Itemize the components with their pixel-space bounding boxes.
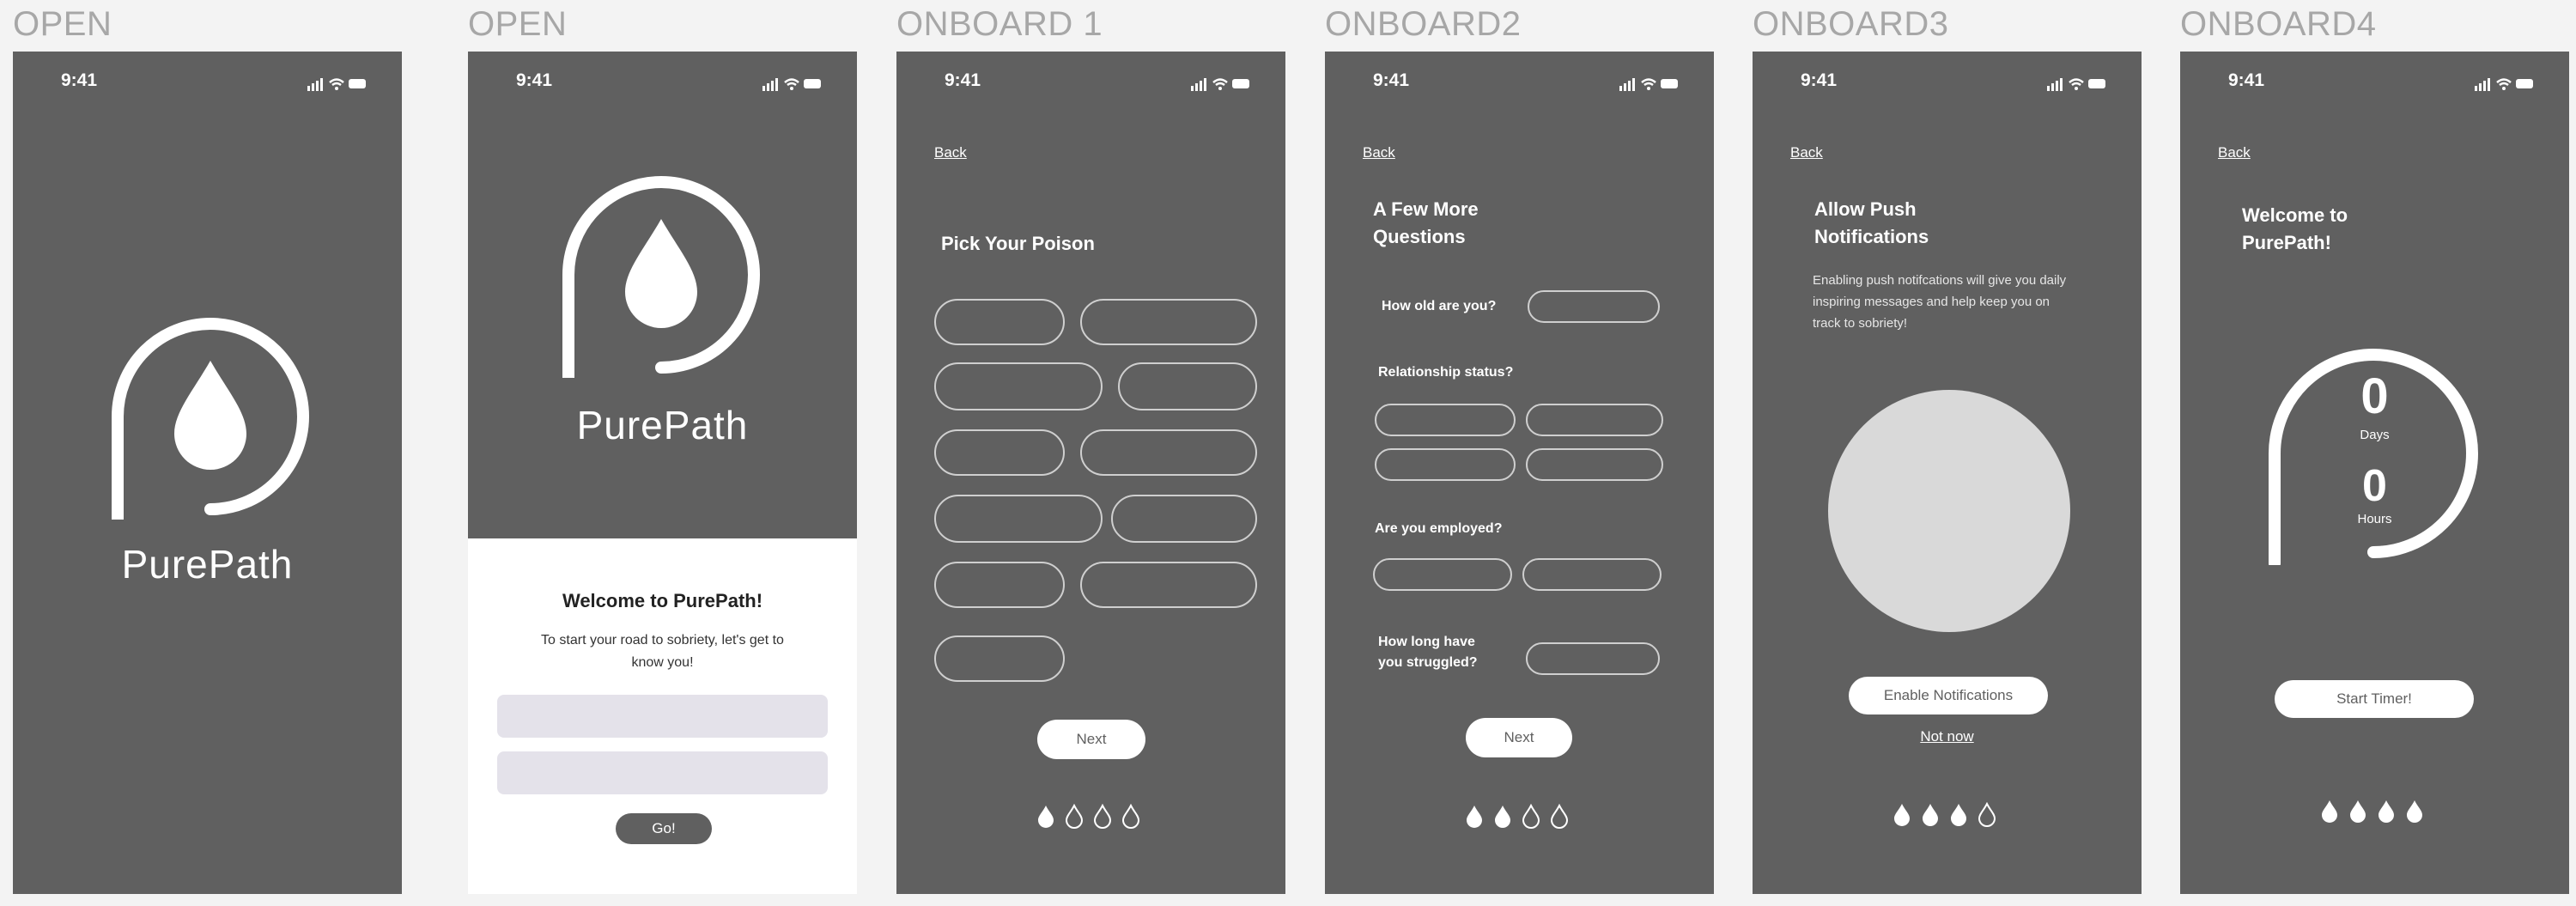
go-button[interactable]: Go! (616, 813, 712, 844)
status-bar: 9:41 (468, 70, 857, 96)
status-bar: 9:41 (1753, 70, 2142, 96)
question-age: How old are you? (1382, 299, 1497, 313)
phone-onboard-1: 9:41 Back Pick Your Poison Next (896, 52, 1285, 894)
relationship-option[interactable] (1375, 448, 1516, 481)
status-time: 9:41 (1801, 70, 1838, 90)
frame-title-onboard-4: ONBOARD4 (2180, 5, 2377, 43)
phone-onboard-2: 9:41 Back A Few More Questions How old a… (1325, 52, 1714, 894)
option-pill[interactable] (934, 635, 1065, 682)
status-time: 9:41 (516, 70, 553, 90)
days-value: 0 (2360, 368, 2389, 424)
progress-drops (2319, 799, 2431, 824)
heading-line-1: A Few More (1373, 198, 1479, 220)
heading-line-2: Questions (1373, 226, 1466, 247)
status-time: 9:41 (945, 70, 981, 90)
age-input[interactable] (1528, 290, 1660, 323)
progress-drops (1036, 804, 1147, 830)
brand-name: PurePath (121, 542, 294, 587)
option-pill[interactable] (1080, 429, 1257, 476)
next-button[interactable]: Next (1037, 720, 1145, 759)
start-timer-button[interactable]: Start Timer! (2275, 680, 2474, 718)
status-time: 9:41 (61, 70, 98, 90)
option-pill[interactable] (934, 299, 1065, 345)
progress-drops (1464, 804, 1576, 830)
relationship-option[interactable] (1526, 448, 1663, 481)
progress-drops (1892, 802, 2003, 828)
option-pill[interactable] (934, 362, 1103, 410)
onboard4-heading: Welcome to PurePath! (2242, 202, 2348, 257)
purepath-logo-icon (562, 176, 760, 378)
option-pill[interactable] (1080, 299, 1257, 345)
onboard1-heading: Pick Your Poison (941, 233, 1095, 254)
question-struggle: How long have you struggled? (1378, 632, 1478, 673)
struggle-input[interactable] (1526, 642, 1660, 675)
heading-line-1: Welcome to (2242, 204, 2348, 226)
phone-open-splash: 9:41 PurePath (13, 52, 402, 894)
phone-onboard-3: 9:41 Back Allow Push Notifications Enabl… (1753, 52, 2142, 894)
name-input[interactable] (497, 695, 828, 738)
back-link[interactable]: Back (2218, 144, 2251, 161)
next-button[interactable]: Next (1466, 718, 1572, 757)
status-icons (2475, 78, 2533, 91)
option-pill[interactable] (1111, 495, 1257, 543)
frame-title-onboard-2: ONBOARD2 (1325, 5, 1522, 43)
notifications-description: Enabling push notifcations will give you… (1813, 273, 2067, 331)
status-icons (1191, 78, 1249, 91)
employed-option[interactable] (1373, 558, 1512, 591)
illustration-placeholder (1828, 390, 2070, 632)
frame-title-open-1: OPEN (13, 5, 112, 43)
heading-line-2: Notifications (1814, 226, 1929, 247)
option-pill[interactable] (1118, 362, 1257, 410)
relationship-option[interactable] (1375, 404, 1516, 436)
struggle-line-2: you struggled? (1378, 655, 1478, 670)
onboard2-heading: A Few More Questions (1373, 196, 1479, 251)
onboard3-heading: Allow Push Notifications (1814, 196, 1929, 251)
option-pill[interactable] (934, 562, 1065, 608)
hours-value: 0 (2362, 461, 2387, 511)
welcome-body: To start your road to sobriety, let's ge… (541, 633, 784, 670)
frame-title-onboard-1: ONBOARD 1 (896, 5, 1103, 43)
status-bar: 9:41 (1325, 70, 1714, 96)
option-pill[interactable] (934, 429, 1065, 476)
status-icons (762, 78, 821, 91)
status-time: 9:41 (2228, 70, 2265, 90)
status-icons (307, 78, 366, 91)
welcome-title: Welcome to PurePath! (562, 590, 763, 611)
question-relationship: Relationship status? (1378, 365, 1514, 380)
heading-line-1: Allow Push (1814, 198, 1917, 220)
relationship-option[interactable] (1526, 404, 1663, 436)
status-time: 9:41 (1373, 70, 1410, 90)
status-icons (2047, 78, 2105, 91)
purepath-logo-icon (112, 318, 309, 520)
days-label: Days (2360, 428, 2390, 442)
hours-label: Hours (2357, 512, 2392, 526)
question-employed: Are you employed? (1375, 521, 1503, 536)
back-link[interactable]: Back (1363, 144, 1395, 161)
phone-open-welcome: 9:41 PurePath Welcome to PurePath! To st… (468, 52, 857, 894)
status-bar: 9:41 (2180, 70, 2569, 96)
back-link[interactable]: Back (934, 144, 967, 161)
status-bar: 9:41 (13, 70, 402, 96)
brand-name: PurePath (576, 403, 749, 447)
detail-input[interactable] (497, 751, 828, 794)
frame-title-onboard-3: ONBOARD3 (1753, 5, 1949, 43)
phone-onboard-4: 9:41 Back Welcome to PurePath! 0 Days 0 … (2180, 52, 2569, 894)
not-now-link[interactable]: Not now (1753, 728, 2142, 745)
back-link[interactable]: Back (1790, 144, 1823, 161)
option-pill[interactable] (934, 495, 1103, 543)
enable-notifications-button[interactable]: Enable Notifications (1849, 677, 2048, 714)
heading-line-2: PurePath! (2242, 232, 2331, 253)
status-bar: 9:41 (896, 70, 1285, 96)
frame-title-open-2: OPEN (468, 5, 568, 43)
struggle-line-1: How long have (1378, 635, 1475, 649)
employed-option[interactable] (1522, 558, 1662, 591)
welcome-panel: Welcome to PurePath! To start your road … (468, 538, 857, 894)
option-pill[interactable] (1080, 562, 1257, 608)
status-icons (1619, 78, 1678, 91)
